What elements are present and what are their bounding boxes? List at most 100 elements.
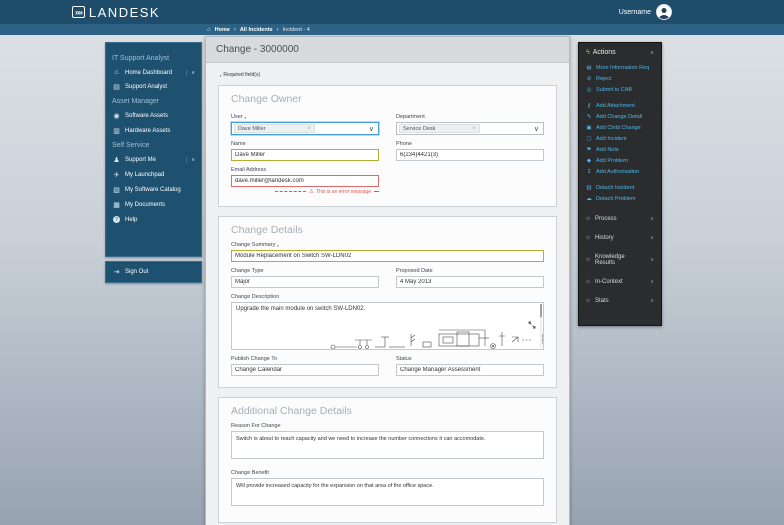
sidebar-item-support-me[interactable]: ♟ Support Me ∨ (112, 156, 195, 164)
action-add-note[interactable]: ⚑ Add Note (586, 147, 654, 153)
publish-change-to-field[interactable] (231, 364, 379, 376)
child-change-icon: ▣ (586, 125, 592, 131)
change-type-label: Change Type (231, 268, 379, 274)
editor-scrollbar[interactable] (540, 304, 543, 348)
actions-header[interactable]: ϟ Actions ∧ (586, 49, 654, 56)
chevron-down-icon[interactable]: ∨ (186, 70, 195, 76)
action-add-authorisation[interactable]: ↧ Add Authorisation (586, 169, 654, 175)
phone-field[interactable] (396, 149, 544, 161)
action-add-incident[interactable]: ▢ Add Incident (586, 136, 654, 142)
chevron-down-icon[interactable]: ∨ (186, 157, 195, 163)
clipboard-icon: ▤ (112, 83, 121, 91)
change-type-field[interactable] (231, 276, 379, 288)
chevron-up-icon[interactable]: ∧ (650, 50, 654, 56)
action-add-change-detail[interactable]: ✎ Add Change Detail (586, 114, 654, 120)
sidebar-item-label: Software Assets (125, 113, 168, 119)
user-label: User ▪ (231, 114, 379, 120)
user-area: Username (619, 0, 672, 24)
chevron-down-icon[interactable]: ∨ (650, 216, 654, 222)
avatar-person-icon (659, 15, 670, 20)
chevron-down-icon[interactable]: ∨ (650, 257, 654, 263)
section-stats[interactable]: ⊙ Stats ∨ (586, 298, 654, 304)
breadcrumb-all-incidents[interactable]: All Incidents (240, 27, 273, 33)
user-value: Dave Miller (238, 126, 266, 132)
breadcrumb-home[interactable]: Home (215, 27, 230, 33)
action-label: Detach Problem (596, 196, 635, 202)
chevron-down-icon[interactable]: ∨ (650, 279, 654, 285)
sidebar-item-label: My Software Catalog (125, 187, 181, 193)
section-history[interactable]: ⊙ History ∨ (586, 235, 654, 241)
change-description-text: Upgrade the main module on switch SW-LDN… (232, 303, 543, 315)
chip-remove-icon[interactable]: × (472, 126, 476, 132)
sidebar-item-support-analyst[interactable]: ▤ Support Analyst (112, 83, 195, 91)
lightning-icon: ϟ (586, 49, 590, 56)
breadcrumb-separator-icon: › (277, 27, 279, 33)
breadcrumb-separator-icon: › (234, 27, 236, 33)
page-title: Change - 3000000 (206, 37, 569, 63)
section-in-context[interactable]: ⊙ In-Context ∨ (586, 279, 654, 285)
incident-icon: ▢ (586, 136, 592, 142)
proposed-date-label: Proposed Date (396, 268, 544, 274)
section-label: Stats (595, 298, 609, 304)
sidebar-item-home-dashboard[interactable]: ⌂ Home Dashboard ∨ (112, 69, 195, 76)
email-label: Email Address (231, 167, 379, 173)
proposed-date-field[interactable] (396, 276, 544, 288)
action-more-information-req[interactable]: ▤ More Information Req (586, 65, 654, 71)
action-add-child-change[interactable]: ▣ Add Child Change (586, 125, 654, 131)
action-add-attachment[interactable]: ∮ Add Attachment (586, 103, 654, 109)
action-label: Reject (596, 76, 612, 82)
sign-out-button[interactable]: ⇥ Sign Out (112, 268, 195, 276)
scrollbar-thumb[interactable] (540, 304, 543, 317)
sidebar-item-my-launchpad[interactable]: ✈ My Launchpad (112, 171, 195, 179)
section-knowledge-results[interactable]: ⊙ Knowledge Results ∨ (586, 254, 654, 266)
required-note-label: Required field(s) (223, 72, 260, 78)
submit-icon: ◎ (586, 87, 592, 93)
actions-title: Actions (593, 49, 616, 56)
action-label: Add Note (596, 147, 619, 153)
chevron-down-icon[interactable]: ∨ (369, 125, 374, 133)
section-label: Knowledge Results (595, 254, 646, 266)
paperclip-icon: ∮ (586, 103, 592, 109)
collapsed-sections: ⊙ Process ∨ ⊙ History ∨ ⊙ Knowledge Resu… (586, 216, 654, 304)
sidebar-item-my-software-catalog[interactable]: ▧ My Software Catalog (112, 186, 195, 194)
chip-remove-icon[interactable]: × (307, 126, 311, 132)
expand-icon[interactable] (528, 321, 536, 329)
user-combobox[interactable]: Dave Miller × ∨ (231, 122, 379, 135)
sidebar-item-help[interactable]: ? Help (112, 216, 195, 223)
chevron-down-icon[interactable]: ∨ (650, 298, 654, 304)
email-field[interactable] (231, 175, 379, 187)
section-process[interactable]: ⊙ Process ∨ (586, 216, 654, 222)
username-label: Username (619, 9, 651, 16)
sidebar-item-label: Support Analyst (125, 84, 167, 90)
reason-for-change-field[interactable]: Switch is about to reach capacity and we… (231, 431, 544, 459)
action-label: Add Change Detail (596, 114, 642, 120)
name-field[interactable] (231, 149, 379, 161)
status-field[interactable] (396, 364, 544, 376)
disc-icon: ◉ (112, 112, 121, 120)
sidebar-item-hardware-assets[interactable]: ▥ Hardware Assets (112, 127, 195, 135)
change-summary-field[interactable] (231, 250, 544, 262)
action-detach-incident[interactable]: ▥ Detach Incident (586, 185, 654, 191)
pin-icon: ⊙ (586, 235, 591, 241)
avatar-person-icon (662, 8, 667, 13)
sidebar-item-software-assets[interactable]: ◉ Software Assets (112, 112, 195, 120)
department-combobox[interactable]: Service Desk × ∨ (396, 122, 544, 135)
sidebar-item-label: Home Dashboard (125, 70, 172, 76)
sidebar-section-self-service: Self Service (112, 142, 195, 149)
change-benefit-field[interactable]: Will provide increased capacity for the … (231, 478, 544, 506)
action-reject[interactable]: ⊘ Reject (586, 76, 654, 82)
action-submit-to-cab[interactable]: ◎ Submit to CAB (586, 87, 654, 93)
person-icon: ♟ (112, 156, 121, 164)
chevron-down-icon[interactable]: ∨ (534, 125, 539, 133)
change-description-editor[interactable]: Upgrade the main module on switch SW-LDN… (231, 302, 544, 350)
breadcrumb: ⌂ Home › All Incidents › Incident - 4 (0, 24, 784, 35)
action-label: Add Child Change (596, 125, 641, 131)
error-text: This is an error message (316, 189, 371, 195)
action-add-problem[interactable]: ◆ Add Problem (586, 158, 654, 164)
sidebar-item-my-documents[interactable]: ▦ My Documents (112, 201, 195, 209)
change-summary-label: Change Summary ▪ (231, 242, 544, 248)
chevron-down-icon[interactable]: ∨ (650, 235, 654, 241)
sidebar-nav: IT Support Analyst ⌂ Home Dashboard ∨ ▤ … (105, 42, 202, 257)
avatar[interactable] (656, 4, 672, 20)
action-detach-problem[interactable]: ☁ Detach Problem (586, 196, 654, 202)
